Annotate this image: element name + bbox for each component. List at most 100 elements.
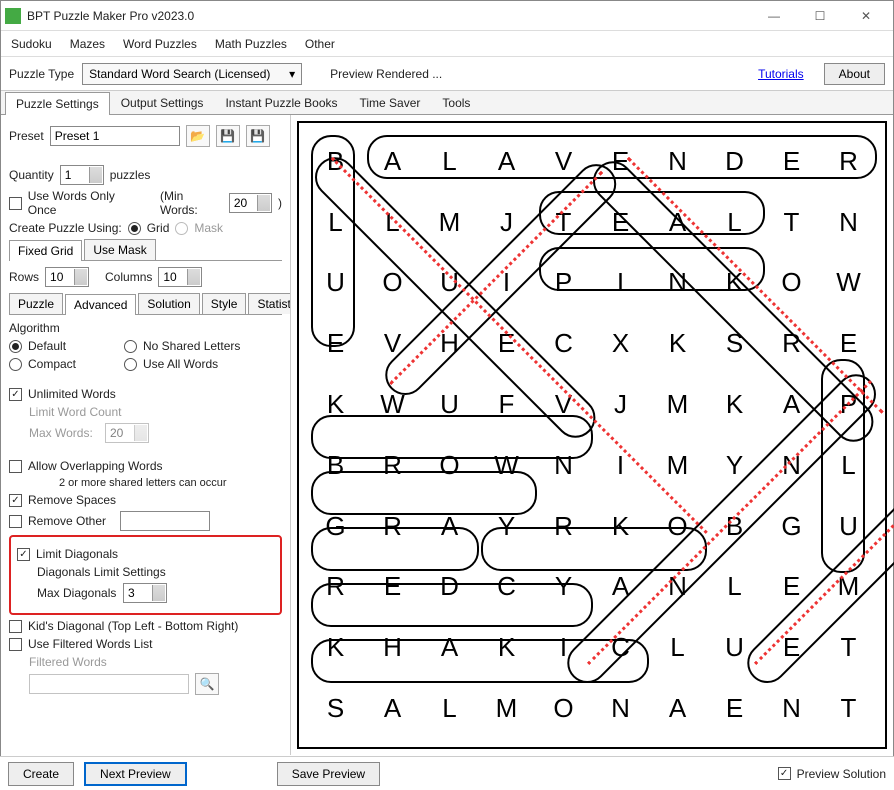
grid-cell: N xyxy=(763,678,820,739)
diagonals-settings-label: Diagonals Limit Settings xyxy=(37,565,166,579)
quantity-value: 1 xyxy=(65,168,72,182)
limit-diagonals-label: Limit Diagonals xyxy=(36,547,118,561)
grid-cell: K xyxy=(649,313,706,374)
grid-cell: T xyxy=(820,678,877,739)
close-paren: ) xyxy=(278,196,282,210)
use-all-radio[interactable] xyxy=(124,358,137,371)
mask-label: Mask xyxy=(194,221,223,235)
preview-solution-checkbox[interactable] xyxy=(778,767,791,780)
subtab-style[interactable]: Style xyxy=(202,293,247,314)
subtab-advanced[interactable]: Advanced xyxy=(65,294,136,315)
subtab-puzzle[interactable]: Puzzle xyxy=(9,293,63,314)
subtab-use-mask[interactable]: Use Mask xyxy=(84,239,155,260)
grid-cell: W xyxy=(820,253,877,314)
menubar: Sudoku Mazes Word Puzzles Math Puzzles O… xyxy=(1,31,893,57)
rows-spinner[interactable]: 10 xyxy=(45,267,89,287)
remove-other-label: Remove Other xyxy=(28,514,106,528)
default-radio[interactable] xyxy=(9,340,22,353)
save-as-preset-button[interactable]: 💾 xyxy=(246,125,270,147)
puzzle-type-label: Puzzle Type xyxy=(9,67,74,81)
grid-cell: S xyxy=(307,678,364,739)
filtered-words-label: Filtered Words xyxy=(29,655,107,669)
menu-word-puzzles[interactable]: Word Puzzles xyxy=(123,37,197,51)
max-words-value: 20 xyxy=(110,426,123,440)
min-words-spinner[interactable]: 20 xyxy=(229,193,272,213)
compact-radio[interactable] xyxy=(9,358,22,371)
open-preset-button[interactable]: 📂 xyxy=(186,125,210,147)
grid-cell: O xyxy=(535,678,592,739)
subtab-statistics[interactable]: Statistics xyxy=(248,293,291,314)
mask-radio[interactable] xyxy=(175,222,188,235)
remove-other-checkbox[interactable] xyxy=(9,515,22,528)
no-shared-label: No Shared Letters xyxy=(143,339,240,353)
grid-cell: K xyxy=(706,374,763,435)
next-preview-button[interactable]: Next Preview xyxy=(84,762,187,786)
create-button[interactable]: Create xyxy=(8,762,74,786)
menu-other[interactable]: Other xyxy=(305,37,335,51)
columns-label: Columns xyxy=(105,270,152,284)
kids-diagonal-label: Kid's Diagonal (Top Left - Bottom Right) xyxy=(28,619,238,633)
next-preview-label: Next Preview xyxy=(100,767,171,781)
tab-instant-books[interactable]: Instant Puzzle Books xyxy=(214,91,348,114)
grid-cell: M xyxy=(478,678,535,739)
algorithm-label: Algorithm xyxy=(9,321,60,335)
use-words-once-checkbox[interactable] xyxy=(9,197,22,210)
preview-solution-label: Preview Solution xyxy=(797,767,886,781)
limit-word-count-label: Limit Word Count xyxy=(29,405,121,419)
unlimited-words-label: Unlimited Words xyxy=(28,387,116,401)
chevron-down-icon: ▾ xyxy=(289,67,295,81)
puzzles-label: puzzles xyxy=(110,168,151,182)
menu-mazes[interactable]: Mazes xyxy=(70,37,105,51)
browse-filtered-button[interactable]: 🔍 xyxy=(195,673,219,695)
limit-diagonals-checkbox[interactable] xyxy=(17,548,30,561)
preset-input[interactable] xyxy=(50,126,180,146)
min-words-label: (Min Words: xyxy=(160,189,223,217)
puzzle-type-value: Standard Word Search (Licensed) xyxy=(89,67,270,81)
unlimited-words-checkbox[interactable] xyxy=(9,388,22,401)
kids-diagonal-checkbox[interactable] xyxy=(9,620,22,633)
grid-cell: N xyxy=(592,678,649,739)
max-diagonals-spinner[interactable]: 3 xyxy=(123,583,167,603)
minimize-button[interactable]: — xyxy=(751,1,797,31)
save-preview-label: Save Preview xyxy=(292,767,365,781)
menu-sudoku[interactable]: Sudoku xyxy=(11,37,52,51)
main-tabs: Puzzle Settings Output Settings Instant … xyxy=(1,91,893,115)
filtered-words-input xyxy=(29,674,189,694)
maximize-button[interactable]: ☐ xyxy=(797,1,843,31)
use-filtered-checkbox[interactable] xyxy=(9,638,22,651)
tab-tools[interactable]: Tools xyxy=(431,91,481,114)
tab-output-settings[interactable]: Output Settings xyxy=(110,91,215,114)
max-words-spinner: 20 xyxy=(105,423,149,443)
max-diagonals-value: 3 xyxy=(128,586,135,600)
save-preset-button[interactable]: 💾 xyxy=(216,125,240,147)
menu-math-puzzles[interactable]: Math Puzzles xyxy=(215,37,287,51)
grid-radio[interactable] xyxy=(128,222,141,235)
subtab-fixed-grid[interactable]: Fixed Grid xyxy=(9,240,82,261)
quantity-spinner[interactable]: 1 xyxy=(60,165,104,185)
subtab-solution[interactable]: Solution xyxy=(138,293,199,314)
columns-value: 10 xyxy=(163,270,176,284)
grid-cell: L xyxy=(421,678,478,739)
grid-cell: L xyxy=(649,617,706,678)
grid-cell: M xyxy=(649,374,706,435)
no-shared-radio[interactable] xyxy=(124,340,137,353)
allow-overlap-checkbox[interactable] xyxy=(9,460,22,473)
remove-other-input[interactable] xyxy=(120,511,210,531)
app-icon xyxy=(5,8,21,24)
about-button[interactable]: About xyxy=(824,63,885,85)
puzzle-type-dropdown[interactable]: Standard Word Search (Licensed) ▾ xyxy=(82,63,302,85)
limit-diagonals-group: Limit Diagonals Diagonals Limit Settings… xyxy=(9,535,282,615)
puzzle-preview: BALAVENDERLLMJTEALTNUOUIPINKOWEVHECXKSRE… xyxy=(297,121,887,749)
tab-time-saver[interactable]: Time Saver xyxy=(349,91,432,114)
grid-cell: T xyxy=(763,192,820,253)
remove-spaces-checkbox[interactable] xyxy=(9,494,22,507)
grid-cell: N xyxy=(820,192,877,253)
tutorials-link[interactable]: Tutorials xyxy=(758,67,804,81)
columns-spinner[interactable]: 10 xyxy=(158,267,202,287)
save-preview-button[interactable]: Save Preview xyxy=(277,762,380,786)
default-label: Default xyxy=(28,339,118,353)
preset-label: Preset xyxy=(9,129,44,143)
grid-cell: E xyxy=(706,678,763,739)
tab-puzzle-settings[interactable]: Puzzle Settings xyxy=(5,92,110,115)
close-button[interactable]: ✕ xyxy=(843,1,889,31)
